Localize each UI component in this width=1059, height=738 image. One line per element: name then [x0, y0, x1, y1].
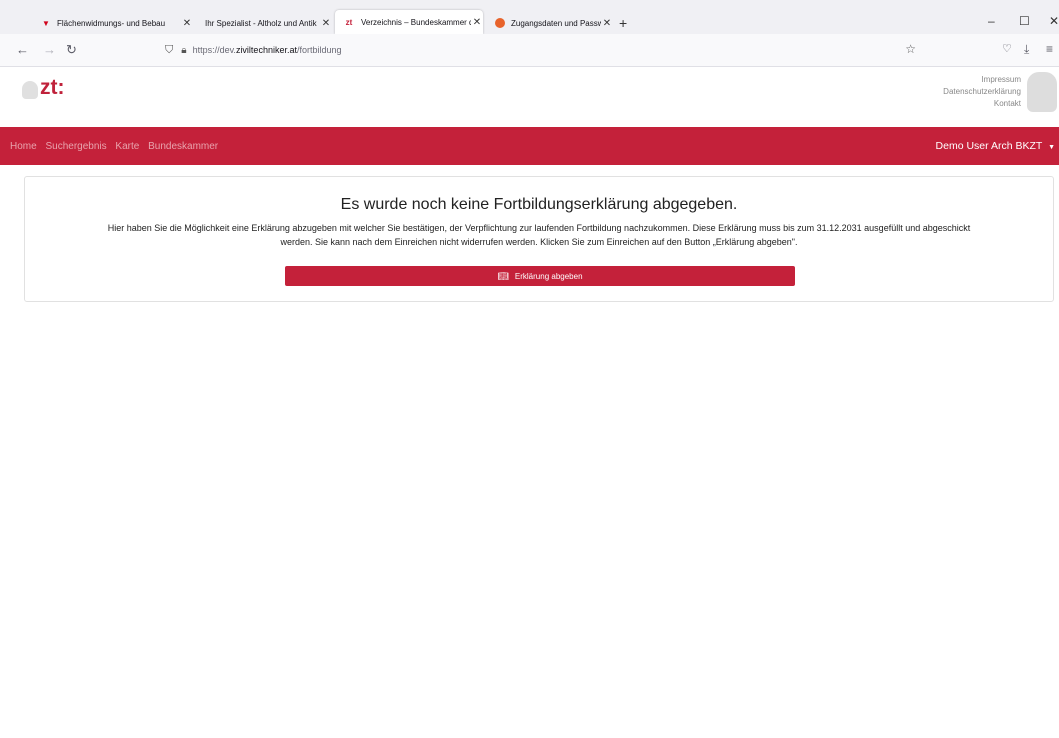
- forward-arrow-icon[interactable]: →: [43, 42, 56, 57]
- shield-icon[interactable]: ⛉: [165, 44, 173, 57]
- pocket-icon[interactable]: ♡: [1002, 42, 1012, 55]
- new-tab-button[interactable]: +: [619, 15, 627, 31]
- url-text[interactable]: https://dev.ziviltechniker.at/fortbildun…: [193, 45, 342, 55]
- submit-declaration-button[interactable]: 📖︎ Erklärung abgeben: [285, 266, 795, 286]
- user-menu[interactable]: Demo User Arch BKZT ▼: [936, 140, 1055, 152]
- site-header: zt: Impressum Datenschutzerklärung Konta…: [0, 67, 1059, 127]
- zt-favicon-icon: zt: [345, 17, 353, 27]
- page-title: Es wurde noch keine Fortbildungserklärun…: [340, 196, 738, 213]
- nav-home[interactable]: Home: [10, 141, 37, 152]
- vienna-favicon-icon: ▼: [42, 18, 50, 28]
- caret-down-icon: ▼: [1048, 144, 1055, 151]
- tab-flaechenwidmung[interactable]: ▼ Flächenwidmungs- und Bebau ✕: [33, 9, 193, 37]
- back-arrow-icon[interactable]: ←: [16, 42, 29, 57]
- book-icon: 📖︎: [497, 270, 509, 281]
- url-bar[interactable]: ⛉ 🔒︎ https://dev.ziviltechniker.at/fortb…: [165, 39, 920, 61]
- close-window-button[interactable]: ✕: [1049, 14, 1059, 28]
- impressum-link[interactable]: Impressum: [943, 74, 1021, 86]
- site-logo[interactable]: zt:: [22, 77, 65, 99]
- nav-suchergebnis[interactable]: Suchergebnis: [45, 141, 106, 152]
- navigation-toolbar: ← → ↻ ⛉ 🔒︎ https://dev.ziviltechniker.at…: [0, 34, 1059, 67]
- nav-bundeskammer[interactable]: Bundeskammer: [148, 141, 218, 152]
- eagle-icon: [22, 81, 38, 99]
- download-icon[interactable]: ⤓: [1024, 42, 1029, 57]
- minimize-button[interactable]: –: [988, 14, 995, 28]
- info-text: Hier haben Sie die Möglichkeit eine Erkl…: [107, 223, 971, 247]
- reload-icon[interactable]: ↻: [66, 42, 77, 58]
- close-tab-icon[interactable]: ✕: [471, 17, 483, 28]
- tab-strip: ▼ Flächenwidmungs- und Bebau ✕ Ihr Spezi…: [0, 0, 1059, 34]
- bookmark-star-icon[interactable]: ☆: [905, 42, 916, 56]
- menu-icon[interactable]: ≡: [1046, 42, 1053, 56]
- close-tab-icon[interactable]: ✕: [601, 18, 613, 29]
- lock-icon[interactable]: 🔒︎: [181, 45, 186, 56]
- main-nav: Home Suchergebnis Karte Bundeskammer Dem…: [0, 127, 1059, 165]
- coat-of-arms-icon: [1027, 72, 1057, 112]
- datenschutz-link[interactable]: Datenschutzerklärung: [943, 86, 1021, 98]
- tab-altholz[interactable]: Ihr Spezialist - Altholz und Antik ✕: [197, 9, 332, 37]
- maximize-button[interactable]: ☐: [1019, 14, 1030, 28]
- tab-zugangsdaten[interactable]: Zugangsdaten und Passwörter ✕: [487, 9, 613, 37]
- fortbildung-card: Es wurde noch keine Fortbildungserklärun…: [24, 176, 1054, 302]
- nav-karte[interactable]: Karte: [115, 141, 139, 152]
- close-tab-icon[interactable]: ✕: [181, 18, 193, 29]
- top-links: Impressum Datenschutzerklärung Kontakt: [943, 74, 1021, 110]
- kontakt-link[interactable]: Kontakt: [943, 98, 1021, 110]
- close-tab-icon[interactable]: ✕: [320, 18, 332, 29]
- tab-verzeichnis[interactable]: zt Verzeichnis – Bundeskammer d ✕: [335, 10, 483, 34]
- firefox-favicon-icon: [495, 18, 505, 28]
